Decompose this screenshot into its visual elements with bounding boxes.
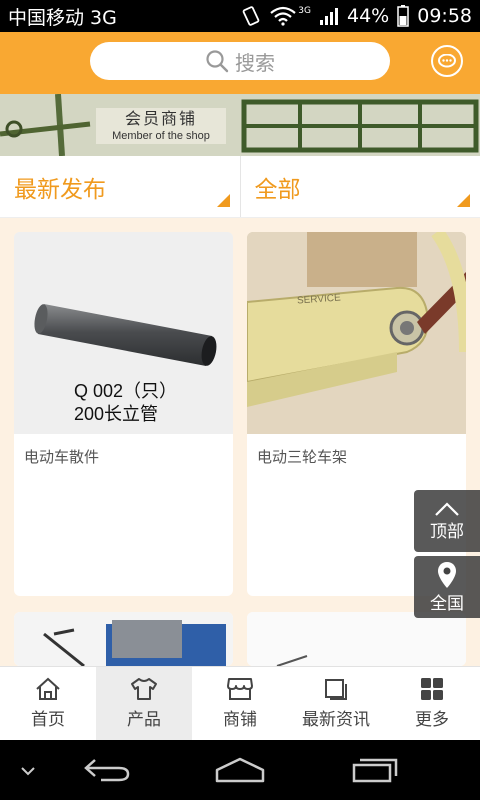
tab-news[interactable]: 最新资讯 — [288, 667, 384, 740]
product-card[interactable]: Q 002（只） 200长立管 电动车散件 — [14, 232, 233, 596]
search-placeholder: 搜索 — [235, 50, 275, 75]
status-bar: 中国移动 3G 3G 44% 09:58 — [0, 0, 480, 32]
shirt-icon — [131, 678, 157, 700]
home-icon — [36, 677, 60, 700]
grid-icon — [421, 678, 443, 700]
battery-icon — [397, 5, 409, 27]
system-nav-bar — [0, 740, 480, 800]
nationwide-label: 全国 — [430, 593, 464, 614]
product-image: Q 002（只） 200长立管 — [14, 232, 233, 434]
back-to-top-label: 顶部 — [430, 521, 464, 542]
tab-more[interactable]: 更多 — [384, 667, 480, 740]
chevron-up-icon — [435, 501, 459, 516]
product-card[interactable] — [247, 612, 466, 666]
home-nav-icon[interactable] — [214, 756, 266, 784]
image-caption-desc: 200长立管 — [74, 404, 159, 424]
dropdown-corner-icon — [216, 194, 230, 207]
product-image: SERVICE — [247, 232, 466, 434]
recent-apps-icon[interactable] — [351, 756, 399, 784]
location-pin-icon — [438, 561, 456, 588]
back-icon[interactable] — [83, 756, 131, 784]
tab-label: 最新资讯 — [302, 710, 370, 730]
category-label: 全部 — [254, 176, 301, 203]
header: 搜索 — [0, 32, 480, 94]
product-name: 电动车散件 — [24, 448, 100, 466]
tab-label: 产品 — [127, 710, 161, 730]
news-icon — [325, 679, 347, 700]
status-icons: 3G 44% 09:58 — [240, 5, 472, 27]
product-name: 电动三轮车架 — [257, 448, 348, 466]
battery-percent: 44% — [347, 5, 390, 27]
sort-dropdown[interactable]: 最新发布 — [0, 156, 240, 217]
message-button[interactable] — [431, 45, 463, 77]
product-image-partial — [247, 612, 466, 666]
banner-image — [0, 94, 480, 156]
tricycle-cargo-image — [14, 612, 233, 666]
dropdown-corner-icon — [457, 194, 470, 207]
filter-bar: 最新发布 全部 — [0, 156, 480, 218]
vibrate-icon — [242, 6, 260, 26]
bottom-tab-bar: 首页 产品 商铺 最新资讯 更多 — [0, 666, 480, 740]
signal-icon — [320, 8, 338, 25]
nationwide-location-button[interactable]: 全国 — [414, 556, 480, 618]
tab-home[interactable]: 首页 — [0, 667, 96, 740]
product-card[interactable] — [14, 612, 233, 666]
search-icon — [206, 50, 229, 73]
banner-subtitle: Member of the shop — [112, 130, 210, 142]
tab-label: 更多 — [415, 710, 449, 730]
chat-bubble-icon — [438, 54, 456, 68]
search-input[interactable]: 搜索 — [90, 42, 390, 80]
carrier-label: 中国移动 3G — [8, 6, 117, 29]
tab-shops[interactable]: 商铺 — [192, 667, 288, 740]
wifi-icon — [270, 6, 297, 26]
tab-label: 首页 — [31, 710, 65, 730]
tab-label: 商铺 — [223, 710, 257, 730]
clock: 09:58 — [417, 5, 472, 27]
banner-label: 会员商铺 Member of the shop — [96, 108, 226, 144]
chevron-down-icon[interactable] — [20, 766, 36, 776]
back-to-top-button[interactable]: 顶部 — [414, 490, 480, 552]
banner-title: 会员商铺 — [124, 109, 197, 128]
network-badge: 3G — [298, 6, 311, 16]
sort-label: 最新发布 — [14, 176, 106, 203]
tricycle-frame-image — [247, 232, 466, 434]
category-dropdown[interactable]: 全部 — [239, 156, 480, 217]
shop-banner[interactable]: 会员商铺 Member of the shop — [0, 94, 480, 156]
tab-products[interactable]: 产品 — [96, 667, 192, 740]
shop-icon — [227, 678, 253, 700]
